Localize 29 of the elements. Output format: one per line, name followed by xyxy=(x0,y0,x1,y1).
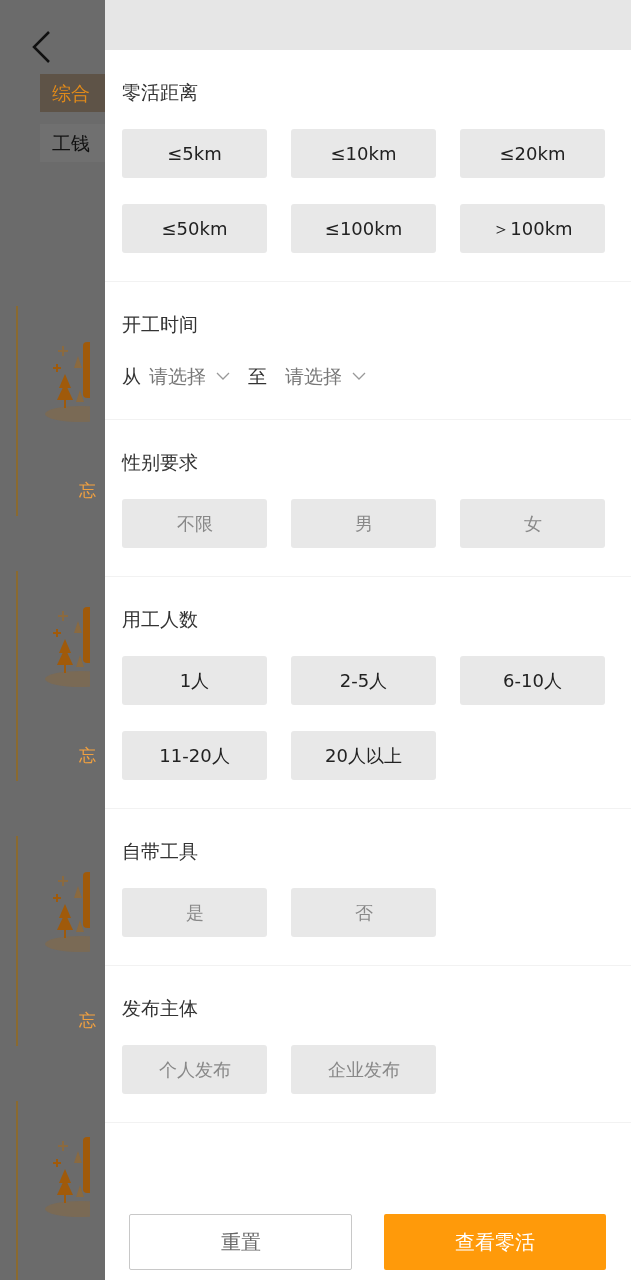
filter-option[interactable]: ≤20km xyxy=(460,129,605,178)
chevron-down-icon xyxy=(216,372,230,380)
section-title: 零活距离 xyxy=(122,80,199,105)
from-label: 从 xyxy=(122,363,141,389)
card-caption: 忘 xyxy=(79,1009,97,1032)
filter-option[interactable]: 2-5人 xyxy=(291,656,436,705)
filter-option[interactable]: ≤5km xyxy=(122,129,267,178)
filter-option[interactable]: 6-10人 xyxy=(460,656,605,705)
end-time-select[interactable]: 请选择 xyxy=(285,361,366,391)
section-title: 性别要求 xyxy=(122,450,199,475)
filter-option[interactable]: ≤50km xyxy=(122,204,267,253)
chevron-down-icon xyxy=(352,372,366,380)
filter-option[interactable]: ＞100km xyxy=(460,204,605,253)
filter-option[interactable]: ≤100km xyxy=(291,204,436,253)
section-title: 自带工具 xyxy=(122,839,199,864)
card-caption: 忘 xyxy=(79,479,97,502)
reset-button[interactable]: 重置 xyxy=(129,1214,352,1270)
section-title: 开工时间 xyxy=(122,312,199,337)
sort-tab[interactable]: 工钱 xyxy=(40,124,105,162)
to-label: 至 xyxy=(248,363,267,389)
card-caption: 忘 xyxy=(79,744,97,767)
filter-option[interactable]: ≤10km xyxy=(291,129,436,178)
filter-option[interactable]: 20人以上 xyxy=(291,731,436,780)
filter-option[interactable]: 1人 xyxy=(122,656,267,705)
back-icon[interactable] xyxy=(30,30,52,64)
section-title: 用工人数 xyxy=(122,607,199,632)
section-title: 发布主体 xyxy=(122,996,199,1021)
filter-option[interactable]: 11-20人 xyxy=(122,731,267,780)
start-time-select[interactable]: 请选择 xyxy=(149,361,230,391)
